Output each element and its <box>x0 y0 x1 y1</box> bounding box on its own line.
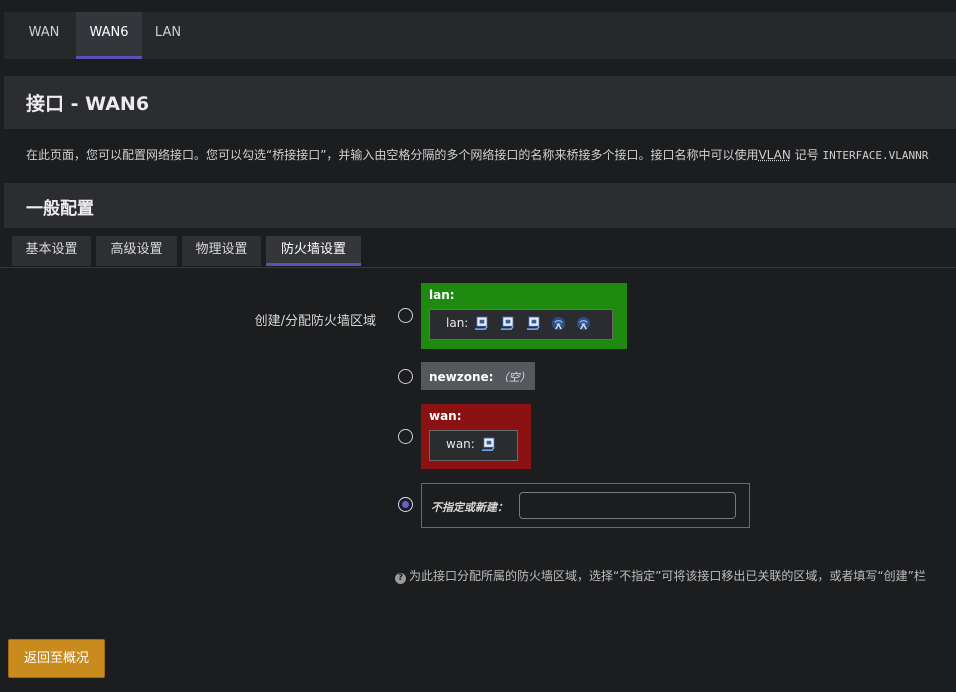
tab-firewall-settings[interactable]: 防火墙设置 <box>266 236 361 266</box>
tab-wan6[interactable]: WAN6 <box>76 12 142 59</box>
tab-basic-label: 基本设置 <box>25 242 78 257</box>
page-description: 在此页面，您可以配置网络接口。您可以勾选“桥接接口”，并输入由空格分隔的多个网络… <box>26 146 956 163</box>
page-title: 接口 - WAN6 <box>26 93 150 115</box>
new-zone-group: 不指定或新建： <box>421 483 750 528</box>
ethernet-port-icon <box>526 316 540 330</box>
tab-basic-settings[interactable]: 基本设置 <box>12 236 91 266</box>
zone-lan-name: lan: <box>429 288 455 302</box>
zone-newzone-title: newzone: （空） <box>429 369 531 385</box>
tab-divider <box>0 267 956 268</box>
zone-newzone[interactable]: newzone: （空） <box>421 362 535 390</box>
zone-unspecified-radio[interactable] <box>398 497 413 512</box>
ethernet-port-icon <box>500 316 514 330</box>
tab-advanced-settings[interactable]: 高级设置 <box>96 236 177 266</box>
tab-wan6-label: WAN6 <box>89 25 129 40</box>
zone-wan-radio[interactable] <box>398 429 413 444</box>
zone-newzone-radio[interactable] <box>398 369 413 384</box>
new-zone-label: 不指定或新建： <box>431 501 508 514</box>
wifi-icon <box>551 316 566 331</box>
zone-lan-networks: lan: <box>429 309 613 340</box>
help-text-content: 为此接口分配所属的防火墙区域，选择“不指定”可将该接口移出已关联的区域，或者填写… <box>409 569 926 583</box>
help-text: ? 为此接口分配所属的防火墙区域，选择“不指定”可将该接口移出已关联的区域，或者填… <box>395 567 956 584</box>
tab-physical-label: 物理设置 <box>195 242 248 257</box>
tab-wan-label: WAN <box>28 25 60 40</box>
zone-wan-networks: wan: <box>429 430 518 461</box>
tab-lan[interactable]: LAN <box>146 12 190 59</box>
tab-physical-settings[interactable]: 物理设置 <box>182 236 261 266</box>
interface-tabs: WAN WAN6 LAN <box>4 12 956 59</box>
ethernet-port-icon <box>474 316 488 330</box>
wifi-icon <box>576 316 591 331</box>
lan-network-label: lan: <box>446 316 469 330</box>
firewall-zone-label: 创建/分配防火墙区域 <box>254 314 376 329</box>
description-text-2: 记号 <box>790 148 823 162</box>
tab-lan-label: LAN <box>154 25 182 40</box>
back-to-overview-button[interactable]: 返回至概况 <box>8 639 105 678</box>
zone-lan-radio[interactable] <box>398 308 413 323</box>
new-zone-input[interactable] <box>519 492 736 519</box>
vlan-abbr: VLAN <box>758 148 791 162</box>
tab-wan[interactable]: WAN <box>4 12 84 59</box>
zone-lan[interactable]: lan: lan: <box>421 283 627 349</box>
interface-notation: INTERFACE.VLANNR <box>822 149 929 162</box>
tab-advanced-label: 高级设置 <box>110 242 163 257</box>
zone-newzone-name: newzone: <box>429 370 494 384</box>
section-header: 一般配置 <box>4 183 956 228</box>
page-title-bar: 接口 - WAN6 <box>4 76 956 129</box>
ethernet-port-icon <box>481 437 495 451</box>
section-title: 一般配置 <box>26 199 94 219</box>
tab-firewall-label: 防火墙设置 <box>280 242 346 257</box>
wan-network-label: wan: <box>446 437 475 451</box>
zone-wan[interactable]: wan: wan: <box>421 404 531 469</box>
zone-wan-name: wan: <box>429 409 462 423</box>
zone-newzone-empty: （空） <box>497 371 531 384</box>
help-icon: ? <box>395 573 406 584</box>
description-text: 在此页面，您可以配置网络接口。您可以勾选“桥接接口”，并输入由空格分隔的多个网络… <box>26 148 759 162</box>
